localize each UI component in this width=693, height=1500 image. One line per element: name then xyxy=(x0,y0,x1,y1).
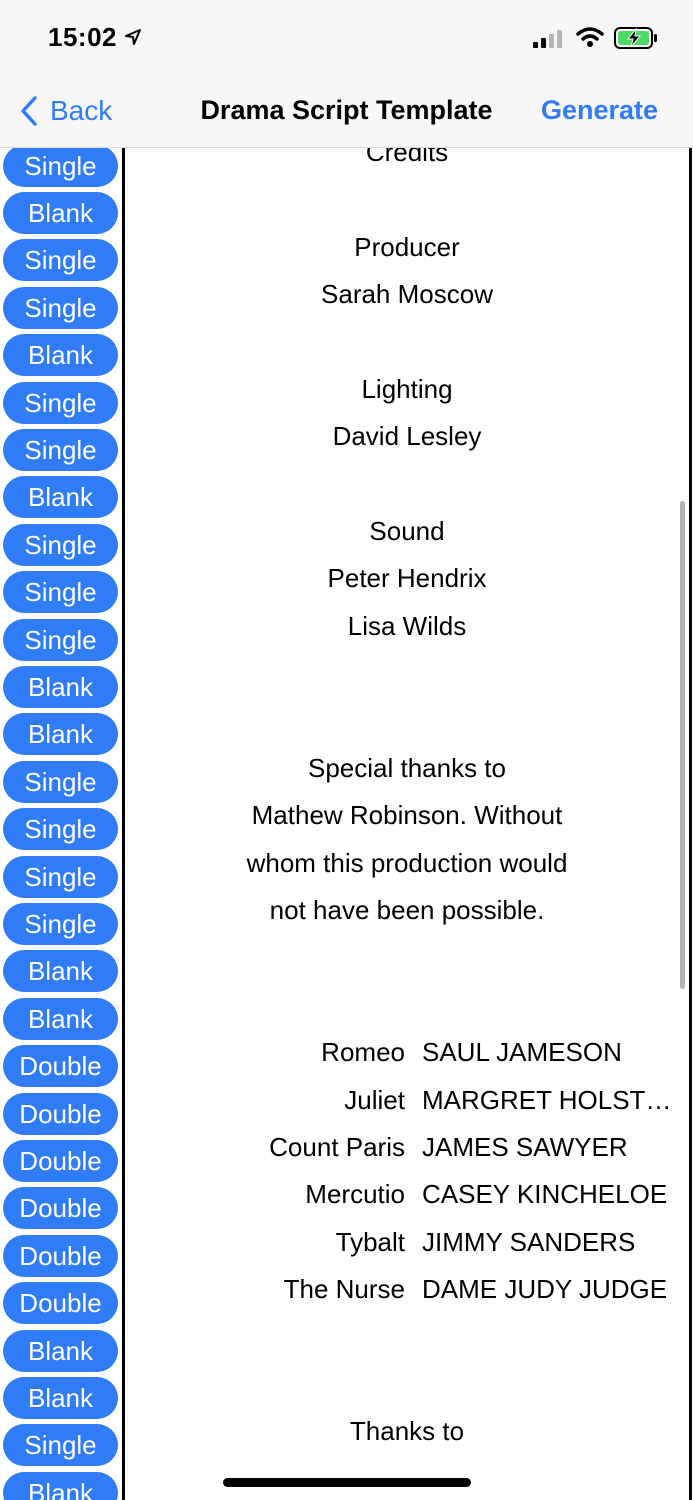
line-type-button[interactable]: Blank xyxy=(3,476,118,518)
script-editor: Single Blank Single Single Blank Single … xyxy=(0,148,693,1500)
line-type-button[interactable]: Single xyxy=(3,808,118,850)
line-type-button[interactable]: Blank xyxy=(3,950,118,992)
cast-role: Romeo xyxy=(321,1037,405,1067)
wifi-icon xyxy=(576,27,604,47)
producer-name: Sarah Moscow xyxy=(321,279,493,309)
line-type-button[interactable]: Double xyxy=(3,1045,118,1087)
cellular-signal-icon xyxy=(533,30,562,48)
line-type-button[interactable]: Single xyxy=(3,239,118,281)
location-arrow-icon xyxy=(125,29,141,45)
line-type-button[interactable]: Single xyxy=(3,903,118,945)
cast-role: Tybalt xyxy=(335,1227,405,1257)
cast-actor: CASEY KINCHELOE xyxy=(422,1179,668,1209)
cast-row: Romeo SAUL JAMESON xyxy=(125,1035,689,1069)
battery-charging-icon xyxy=(614,27,657,49)
credits-heading: Credits xyxy=(365,148,449,167)
line-type-button[interactable]: Single xyxy=(3,524,118,566)
line-type-button[interactable]: Double xyxy=(3,1282,118,1324)
cast-role: Count Paris xyxy=(269,1132,405,1162)
line-type-button[interactable]: Double xyxy=(3,1093,118,1135)
cast-actor: DAME JUDY JUDGE xyxy=(422,1274,668,1304)
navigation-bar: Back Drama Script Template Generate xyxy=(0,75,693,148)
line-type-button[interactable]: Single xyxy=(3,619,118,661)
cast-row: Juliet MARGRET HOLSTEIN xyxy=(125,1083,689,1117)
scroll-indicator[interactable] xyxy=(680,501,685,989)
line-type-button[interactable]: Double xyxy=(3,1235,118,1277)
special-thanks-line: not have been possible. xyxy=(269,895,545,925)
line-type-button[interactable]: Blank xyxy=(3,666,118,708)
line-type-button[interactable]: Double xyxy=(3,1140,118,1182)
cast-actor: SAUL JAMESON xyxy=(422,1037,622,1067)
line-type-button[interactable]: Blank xyxy=(3,713,118,755)
status-bar: 15:02 xyxy=(0,0,693,75)
cast-row: Mercutio CASEY KINCHELOE xyxy=(125,1177,689,1211)
chevron-left-icon xyxy=(21,96,37,126)
special-thanks-line: Mathew Robinson. Without xyxy=(251,800,563,830)
line-type-button[interactable]: Single xyxy=(3,429,118,471)
line-type-button[interactable]: Blank xyxy=(3,192,118,234)
lighting-name: David Lesley xyxy=(332,421,482,451)
lighting-heading: Lighting xyxy=(361,374,453,404)
line-type-button[interactable]: Blank xyxy=(3,998,118,1040)
line-type-button[interactable]: Single xyxy=(3,382,118,424)
producer-heading: Producer xyxy=(354,232,460,262)
line-type-button[interactable]: Blank xyxy=(3,1377,118,1419)
thanks-to-heading: Thanks to xyxy=(349,1416,465,1446)
line-type-button[interactable]: Double xyxy=(3,1187,118,1229)
cast-role: Mercutio xyxy=(305,1179,405,1209)
line-type-button[interactable]: Single xyxy=(3,287,118,329)
script-text-area[interactable]: Credits Producer Sarah Moscow Lighting D… xyxy=(122,148,692,1500)
line-type-button[interactable]: Single xyxy=(3,571,118,613)
line-type-button[interactable]: Blank xyxy=(3,334,118,376)
generate-button[interactable]: Generate xyxy=(541,95,658,126)
special-thanks-line: whom this production would xyxy=(246,848,568,878)
cast-row: The Nurse DAME JUDY JUDGE xyxy=(125,1272,689,1306)
cast-actor: JIMMY SANDERS xyxy=(422,1227,636,1257)
status-time: 15:02 xyxy=(48,22,117,52)
line-type-button[interactable]: Blank xyxy=(3,1472,118,1500)
cast-actor: MARGRET HOLSTEIN xyxy=(422,1085,684,1115)
cast-role: Juliet xyxy=(344,1085,405,1115)
cast-actor: JAMES SAWYER xyxy=(422,1132,628,1162)
sound-name: Lisa Wilds xyxy=(347,611,467,641)
line-type-button[interactable]: Blank xyxy=(3,1330,118,1372)
line-type-button[interactable]: Single xyxy=(3,1424,118,1466)
line-type-button[interactable]: Single xyxy=(3,148,118,187)
line-type-button[interactable]: Single xyxy=(3,761,118,803)
sound-name: Peter Hendrix xyxy=(327,563,487,593)
special-thanks-line: Special thanks to xyxy=(307,753,506,783)
cast-row: Count Paris JAMES SAWYER xyxy=(125,1130,689,1164)
cast-row: Tybalt JIMMY SANDERS xyxy=(125,1225,689,1259)
sound-heading: Sound xyxy=(369,516,445,546)
back-label: Back xyxy=(50,95,113,126)
home-indicator[interactable] xyxy=(223,1478,471,1487)
cast-role: The Nurse xyxy=(283,1274,405,1304)
line-type-button[interactable]: Single xyxy=(3,856,118,898)
back-button[interactable]: Back xyxy=(20,93,112,129)
